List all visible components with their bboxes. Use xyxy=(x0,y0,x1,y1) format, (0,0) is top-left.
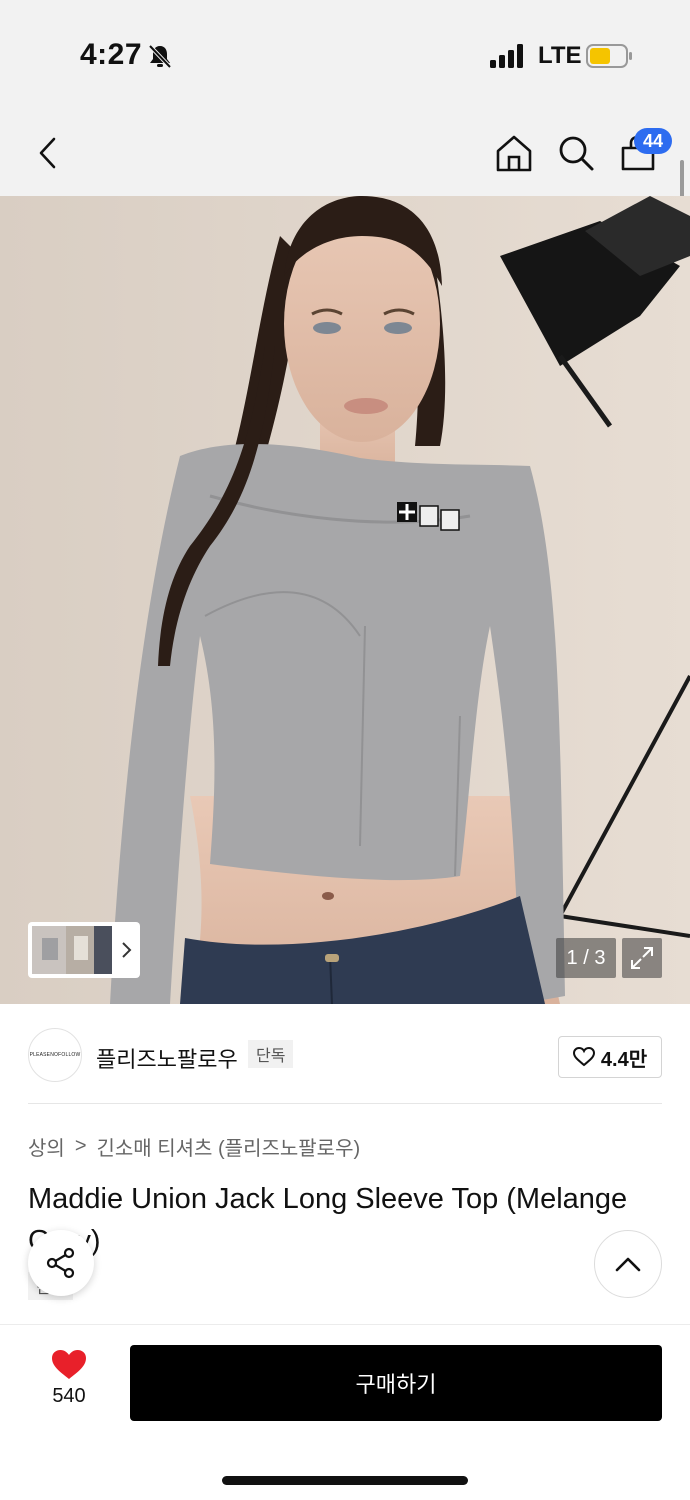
cart-badge: 44 xyxy=(634,128,672,154)
search-button[interactable] xyxy=(546,110,606,196)
wishlist-button[interactable]: 540 xyxy=(34,1349,104,1419)
nav-bar xyxy=(0,110,690,196)
brand-name[interactable]: 플리즈노팔로우 xyxy=(96,1042,238,1074)
back-button[interactable] xyxy=(18,110,78,196)
brand-like-button[interactable]: 4.4만 xyxy=(558,1036,662,1078)
product-title: Maddie Union Jack Long Sleeve Top (Melan… xyxy=(28,1183,628,1257)
home-indicator xyxy=(222,1476,468,1485)
chevron-right-icon xyxy=(122,942,132,958)
thumbnail-strip[interactable] xyxy=(28,922,140,978)
product-photo xyxy=(0,196,690,1004)
chevron-left-icon xyxy=(39,137,56,169)
brand-like-count: 4.4만 xyxy=(600,1048,648,1071)
home-button[interactable] xyxy=(484,110,544,196)
breadcrumb-category[interactable]: 상의 xyxy=(28,1132,65,1161)
breadcrumb-separator: > xyxy=(74,1135,87,1157)
expand-icon xyxy=(631,947,653,969)
product-image[interactable]: 1 / 3 xyxy=(0,196,690,1004)
share-icon xyxy=(46,1247,75,1279)
network-type: LTE xyxy=(538,42,582,69)
scroll-top-button[interactable] xyxy=(594,1230,662,1298)
buy-button[interactable]: 구매하기 xyxy=(130,1345,662,1421)
signal-icon xyxy=(490,44,523,68)
home-icon xyxy=(496,135,532,172)
heart-outline-icon xyxy=(572,1047,595,1067)
thumbnail-images xyxy=(32,926,112,974)
image-counter: 1 / 3 xyxy=(556,938,616,978)
share-button[interactable] xyxy=(28,1230,94,1296)
expand-button[interactable] xyxy=(622,938,662,978)
brand-row: PLEASENOFOLLOW 플리즈노팔로우 단독 4.4만 xyxy=(0,1004,690,1104)
battery-icon xyxy=(586,44,632,68)
brand-logo[interactable]: PLEASENOFOLLOW xyxy=(28,1028,82,1082)
divider xyxy=(28,1103,662,1104)
status-time: 4:27 xyxy=(80,38,143,71)
search-icon xyxy=(559,136,594,171)
breadcrumb-subcategory[interactable]: 긴소매 티셔츠 (플리즈노팔로우) xyxy=(97,1132,361,1161)
bell-slash-icon xyxy=(148,44,172,69)
chevron-up-icon xyxy=(615,1257,641,1272)
wishlist-count: 540 xyxy=(52,1385,86,1407)
heart-filled-icon xyxy=(52,1350,86,1379)
exclusive-tag: 단독 xyxy=(248,1040,294,1068)
bottom-bar: 540 구매하기 xyxy=(0,1324,690,1500)
status-bar: 4:27 LTE xyxy=(0,0,690,110)
breadcrumb: 상의 > 긴소매 티셔츠 (플리즈노팔로우) xyxy=(28,1132,360,1161)
